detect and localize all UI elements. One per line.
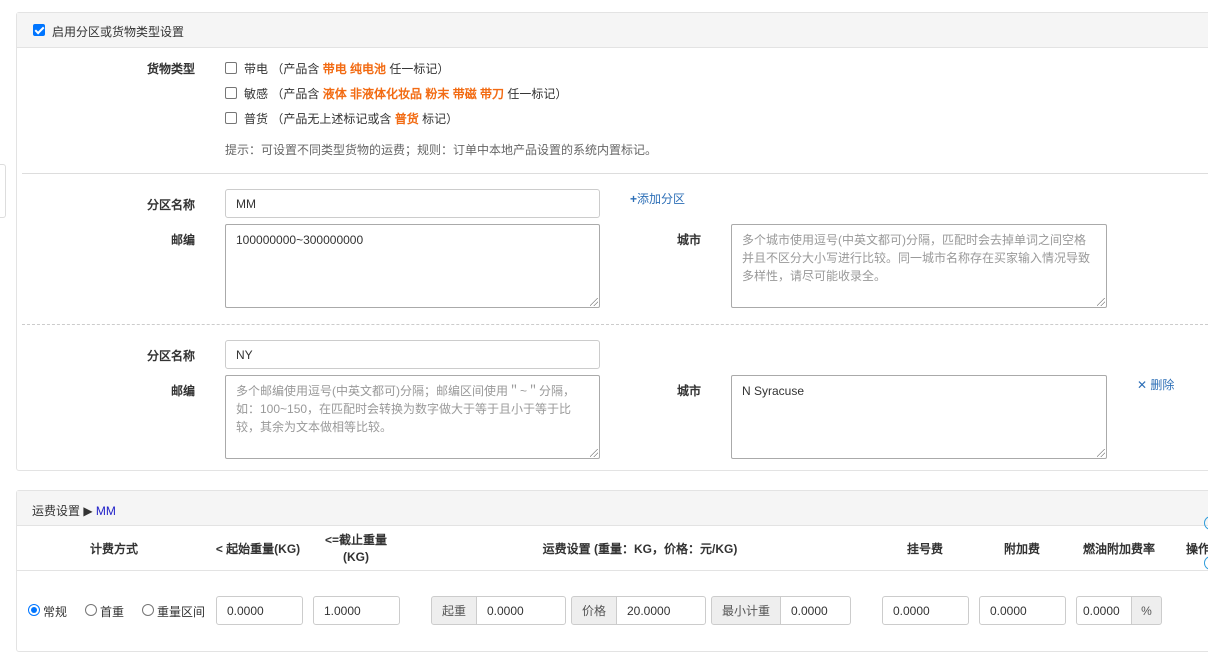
cargo-type-tags: 带电 纯电池 (322, 62, 387, 76)
enable-zone-checkbox[interactable] (33, 24, 45, 36)
city-textarea[interactable]: N Syracuse (731, 375, 1107, 459)
cargo-type-desc: （产品含 (271, 62, 320, 76)
cargo-type-option-sensitive: 敏感 （产品含 液体 非液体化妆品 粉末 带磁 带刀 任一标记） (244, 85, 567, 102)
price-input[interactable]: 20.0000 (616, 596, 706, 625)
freight-settings-panel (16, 490, 1208, 652)
fuel-unit-addon: % (1131, 596, 1162, 625)
add-zone-label: 添加分区 (637, 192, 686, 206)
freight-title: 运费设置 ▶ MM (32, 502, 116, 519)
cargo-type-hint: 提示：可设置不同类型货物的运费；规则：订单中本地产品设置的系统内置标记。 (225, 143, 658, 157)
resize-grip-icon[interactable] (590, 298, 598, 306)
method-label-weight-range: 重量区间 (157, 605, 206, 619)
postcode-placeholder: 多个邮编使用逗号(中英文都可)分隔；邮编区间使用＂~＂分隔，如：100~150，… (236, 384, 576, 434)
freight-title-prefix: 运费设置 ▶ (32, 504, 93, 518)
header-freight: 运费设置 (重量：KG，价格：元/KG) (542, 542, 738, 556)
method-radio-regular[interactable] (28, 604, 40, 616)
fuel-input[interactable]: 0.0000 (1076, 596, 1132, 625)
min-weight-addon: 最小计重 (711, 596, 781, 625)
method-label-regular: 常规 (43, 605, 68, 619)
cargo-type-name: 普货 (244, 112, 269, 126)
header-surcharge: 附加费 (1003, 542, 1040, 556)
zone-name-label: 分区名称 (147, 198, 196, 212)
method-label-first-weight: 首重 (100, 605, 125, 619)
cargo-type-checkbox-sensitive[interactable] (225, 87, 237, 99)
first-weight-input[interactable]: 0.0000 (476, 596, 566, 625)
city-textarea[interactable]: 多个城市使用逗号(中英文都可)分隔，匹配时会去掉单词之间空格并且不区分大小写进行… (731, 224, 1107, 308)
cargo-type-name: 带电 (244, 62, 269, 76)
header-registration: 挂号费 (906, 542, 943, 556)
cargo-type-name: 敏感 (244, 87, 269, 101)
resize-grip-icon[interactable] (590, 449, 598, 457)
postcode-label: 邮编 (171, 233, 196, 247)
cargo-type-desc: （产品无上述标记或含 (271, 112, 392, 126)
zone-name-label: 分区名称 (147, 349, 196, 363)
cargo-type-suffix: 任一标记） (389, 62, 450, 76)
enable-zone-label: 启用分区或货物类型设置 (52, 25, 185, 39)
postcode-textarea[interactable]: 100000000~300000000 (225, 224, 600, 308)
postcode-textarea[interactable]: 多个邮编使用逗号(中英文都可)分隔；邮编区间使用＂~＂分隔，如：100~150，… (225, 375, 600, 459)
header-end-weight-line2: (KG) (343, 550, 369, 564)
zone-name-input[interactable]: NY (225, 340, 600, 369)
city-label: 城市 (677, 384, 702, 398)
freight-title-zone: MM (95, 504, 116, 518)
cargo-type-tags: 普货 (394, 112, 419, 126)
start-weight-input[interactable]: 0.0000 (216, 596, 303, 625)
cargo-type-option-general: 普货 （产品无上述标记或含 普货 标记） (244, 110, 458, 127)
postcode-label: 邮编 (171, 384, 196, 398)
city-placeholder: 多个城市使用逗号(中英文都可)分隔，匹配时会去掉单词之间空格并且不区分大小写进行… (742, 233, 1091, 283)
header-method: 计费方式 (89, 542, 138, 556)
left-edge-fragment (0, 164, 6, 218)
postcode-value: 100000000~300000000 (236, 233, 364, 247)
price-addon: 价格 (571, 596, 617, 625)
cargo-type-label: 货物类型 (147, 62, 196, 76)
header-end-weight-line1: <=截止重量 (324, 533, 388, 547)
resize-grip-icon[interactable] (1097, 298, 1105, 306)
header-fuel: 燃油附加费率 (1082, 542, 1155, 556)
city-label: 城市 (677, 233, 702, 247)
registration-input[interactable]: 0.0000 (882, 596, 969, 625)
cargo-type-checkbox-electric[interactable] (225, 62, 237, 74)
cargo-type-tags: 液体 非液体化妆品 粉末 带磁 带刀 (322, 87, 505, 101)
cargo-type-suffix: 标记） (422, 112, 459, 126)
delete-zone-link[interactable]: ✕ 删除 (1137, 376, 1174, 393)
min-weight-input[interactable]: 0.0000 (780, 596, 851, 625)
method-radio-first-weight[interactable] (85, 604, 97, 616)
resize-grip-icon[interactable] (1097, 449, 1105, 457)
city-value: N Syracuse (742, 384, 805, 398)
first-weight-addon: 起重 (431, 596, 477, 625)
zone-settings-header (17, 13, 1208, 48)
table-header-divider (17, 570, 1208, 571)
cargo-type-suffix: 任一标记） (507, 87, 568, 101)
plus-icon: + (630, 192, 638, 206)
cargo-type-desc: （产品含 (271, 87, 320, 101)
header-start-weight: < 起始重量(KG) (215, 542, 301, 556)
zone-divider (22, 324, 1208, 325)
cargo-type-checkbox-general[interactable] (225, 112, 237, 124)
delete-label: 删除 (1150, 378, 1175, 392)
header-action: 操作 (1186, 542, 1208, 556)
method-radio-weight-range[interactable] (142, 604, 154, 616)
zone-name-input[interactable]: MM (225, 189, 600, 218)
add-zone-link[interactable]: +添加分区 (630, 190, 685, 207)
header-end-weight: <=截止重量 (KG) (306, 532, 406, 566)
section-divider (22, 173, 1208, 174)
close-icon: ✕ (1137, 378, 1148, 392)
cargo-type-option-electric: 带电 （产品含 带电 纯电池 任一标记） (244, 60, 449, 77)
freight-settings-header (17, 491, 1208, 526)
surcharge-input[interactable]: 0.0000 (979, 596, 1066, 625)
end-weight-input[interactable]: 1.0000 (313, 596, 400, 625)
